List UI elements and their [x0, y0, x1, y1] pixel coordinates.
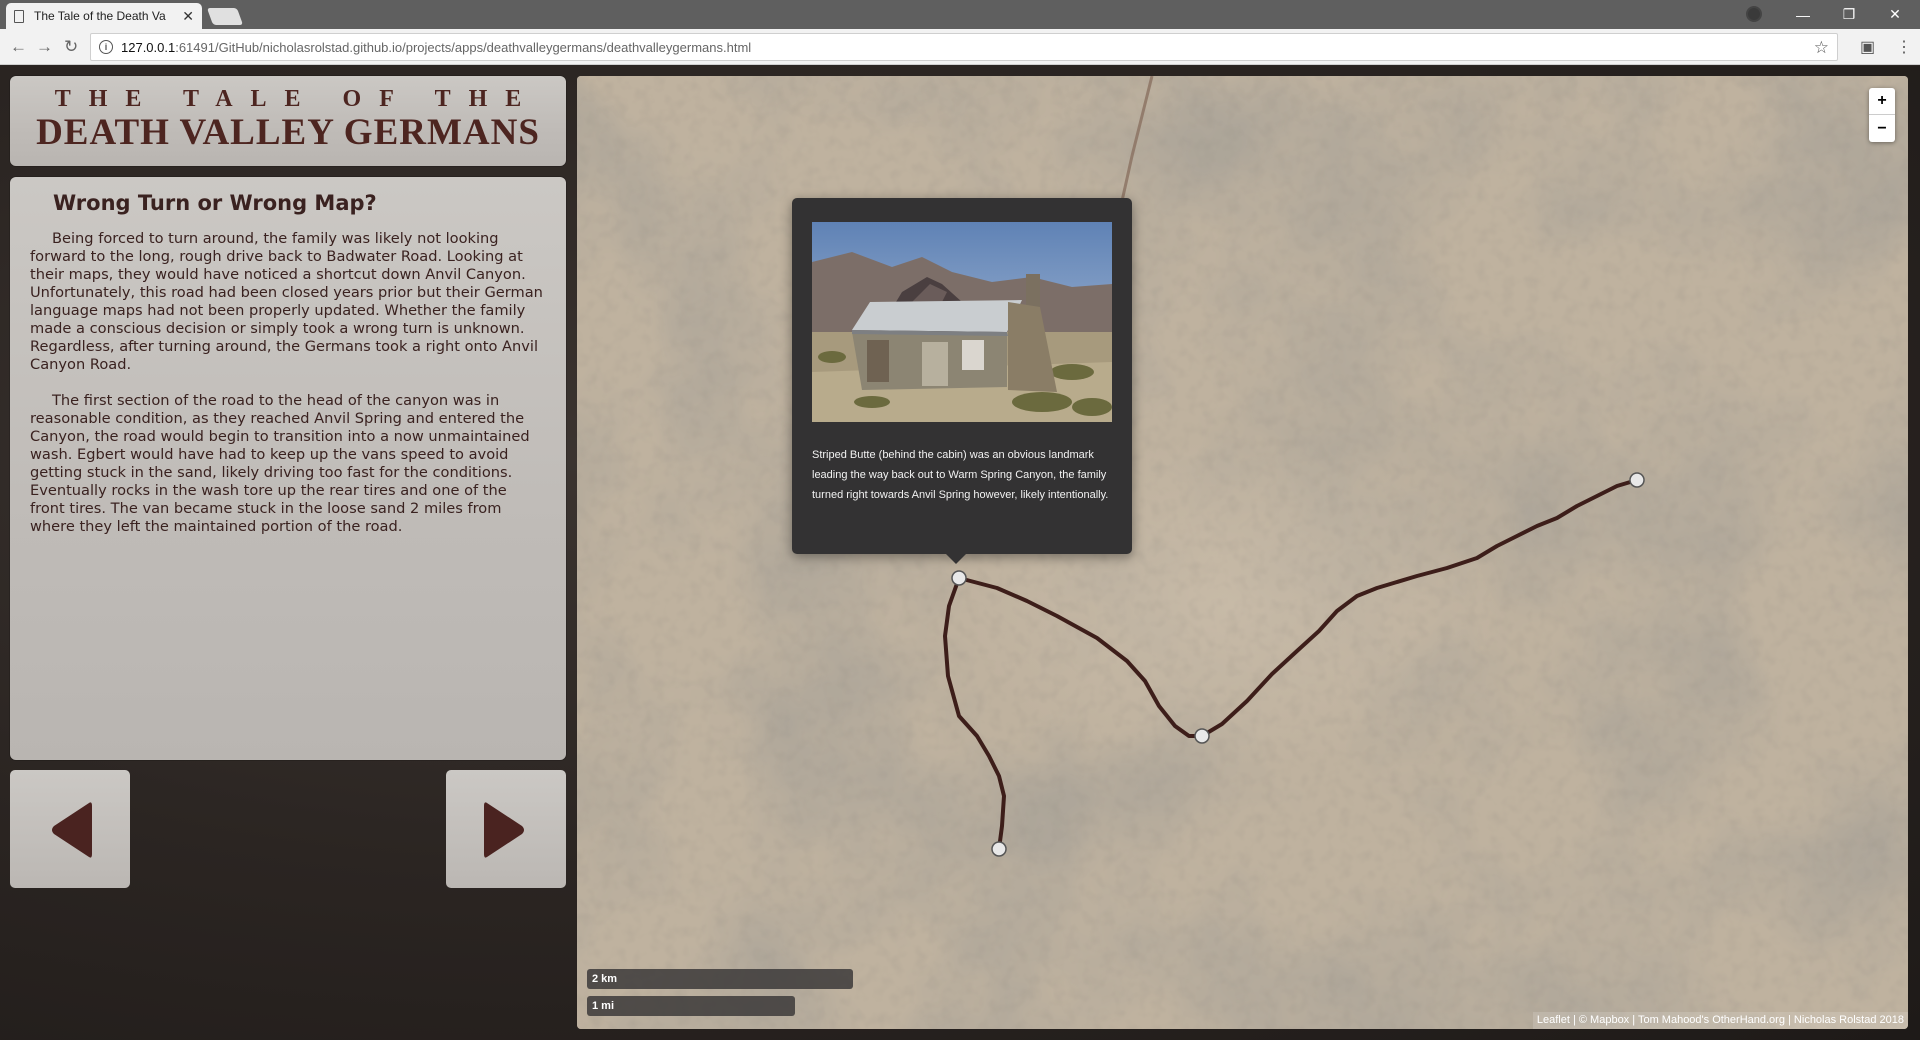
map-marker[interactable]	[1629, 472, 1645, 488]
minimize-button[interactable]: —	[1780, 0, 1826, 29]
cabin-photo	[812, 222, 1112, 422]
browser-tab-bar: The Tale of the Death Va ✕ — ❐ ✕	[0, 0, 1920, 29]
right-triangle-icon	[484, 802, 524, 858]
zoom-control: + −	[1869, 88, 1895, 142]
zoom-in-button[interactable]: +	[1869, 88, 1895, 115]
scale-bar-km: 2 km	[587, 969, 853, 989]
back-icon[interactable]: ←	[10, 37, 27, 57]
page-icon	[14, 9, 24, 23]
story-panel: Wrong Turn or Wrong Map? Being forced to…	[10, 177, 566, 760]
menu-icon[interactable]: ⋮	[1896, 37, 1912, 57]
left-triangle-icon	[52, 802, 92, 858]
close-window-button[interactable]: ✕	[1872, 0, 1918, 29]
story-paragraph: The first section of the road to the hea…	[30, 392, 530, 535]
zoom-out-button[interactable]: −	[1869, 115, 1895, 142]
popup-tip	[946, 554, 966, 564]
new-tab-button[interactable]	[206, 8, 244, 25]
url-text[interactable]: 127.0.0.1:61491/GitHub/nicholasrolstad.g…	[121, 40, 751, 55]
restore-button[interactable]: ❐	[1826, 0, 1872, 29]
bookmark-star-icon[interactable]: ☆	[1814, 38, 1829, 58]
browser-toolbar: ← → ↻ i 127.0.0.1:61491/GitHub/nicholasr…	[0, 29, 1920, 65]
info-icon[interactable]: i	[99, 40, 113, 54]
title-panel: THE TALE OF THE DEATH VALLEY GERMANS	[10, 76, 566, 166]
story-title: Wrong Turn or Wrong Map?	[53, 191, 377, 215]
profile-icon[interactable]	[1746, 6, 1762, 22]
forward-icon[interactable]: →	[36, 37, 53, 57]
map-marker[interactable]	[991, 841, 1007, 857]
map-popup: Striped Butte (behind the cabin) was an …	[792, 198, 1132, 554]
tab-title: The Tale of the Death Va	[34, 9, 166, 23]
reload-icon[interactable]: ↻	[64, 37, 78, 57]
route-layer	[943, 472, 1645, 857]
popup-caption: Striped Butte (behind the cabin) was an …	[812, 449, 1109, 501]
map-marker[interactable]	[1194, 728, 1210, 744]
page-title: DEATH VALLEY GERMANS	[36, 112, 540, 153]
page: THE TALE OF THE DEATH VALLEY GERMANS Wro…	[0, 66, 1920, 1040]
previous-button[interactable]	[10, 770, 130, 888]
cast-icon[interactable]: ▣	[1860, 37, 1875, 57]
browser-tab[interactable]: The Tale of the Death Va ✕	[6, 3, 202, 29]
scale-bar-mi: 1 mi	[587, 996, 795, 1016]
map[interactable]: + − Striped Butte (behind the cabin) was…	[577, 76, 1908, 1029]
map-marker[interactable]	[951, 570, 967, 586]
next-button[interactable]	[446, 770, 566, 888]
story-paragraph: Being forced to turn around, the family …	[30, 230, 543, 373]
tab-close-icon[interactable]: ✕	[182, 8, 194, 25]
map-attribution[interactable]: Leaflet | © Mapbox | Tom Mahood's OtherH…	[1532, 1012, 1908, 1029]
cabin-photo-image	[812, 222, 1112, 422]
title-line-small: THE TALE OF THE	[54, 86, 540, 112]
address-bar[interactable]: i 127.0.0.1:61491/GitHub/nicholasrolstad…	[90, 33, 1838, 61]
